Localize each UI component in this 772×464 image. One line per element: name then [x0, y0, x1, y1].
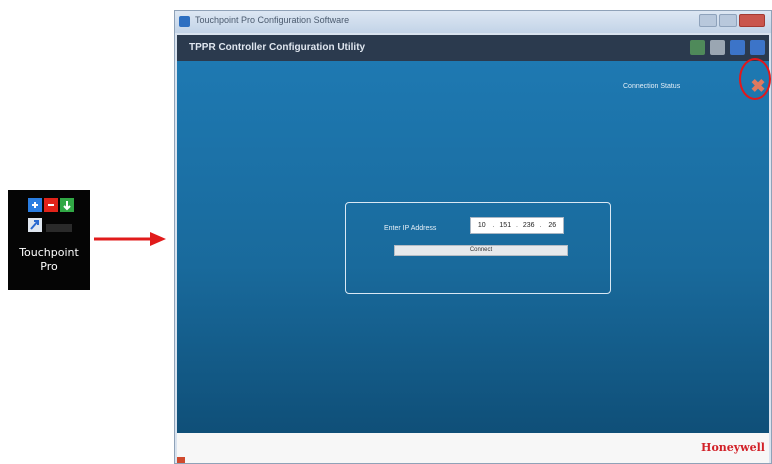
shortcut-label: Touchpoint Pro: [19, 246, 79, 273]
honeywell-logo: Honeywell: [701, 441, 765, 454]
ip-address-label: Enter IP Address: [384, 225, 437, 232]
connect-button[interactable]: Connect: [394, 245, 568, 256]
ip-octet-3[interactable]: 236: [518, 222, 540, 229]
ip-octet-4[interactable]: 26: [541, 222, 563, 229]
app-title: TPPR Controller Configuration Utility: [189, 42, 366, 53]
window-titlebar[interactable]: Touchpoint Pro Configuration Software: [175, 11, 771, 33]
main-content: Connection Status ✖ Enter IP Address 10 …: [177, 61, 769, 433]
minimize-button[interactable]: [699, 14, 717, 27]
arrow-pointer-icon: [94, 232, 166, 246]
connection-status-label: Connection Status: [623, 83, 681, 90]
app-footer: Honeywell: [177, 433, 769, 463]
connect-panel: Enter IP Address 10 . 151 . 236 . 26 Con…: [345, 202, 611, 294]
app-header: TPPR Controller Configuration Utility: [177, 35, 769, 61]
highlight-circle-annotation: [739, 58, 771, 100]
maximize-button[interactable]: [719, 14, 737, 27]
ip-address-input[interactable]: 10 . 151 . 236 . 26: [470, 217, 564, 234]
window-controls: [699, 14, 765, 27]
ip-octet-2[interactable]: 151: [494, 222, 516, 229]
close-button[interactable]: [739, 14, 765, 27]
window-title: Touchpoint Pro Configuration Software: [195, 15, 350, 25]
ip-octet-1[interactable]: 10: [471, 222, 493, 229]
info-icon[interactable]: [750, 40, 765, 55]
app-window: Touchpoint Pro Configuration Software TP…: [174, 10, 772, 464]
touchpoint-pro-icon: [28, 198, 74, 232]
help-icon[interactable]: [730, 40, 745, 55]
monitor-icon[interactable]: [690, 40, 705, 55]
document-icon[interactable]: [710, 40, 725, 55]
touchpoint-pro-shortcut[interactable]: Touchpoint Pro: [8, 190, 90, 290]
header-toolbar: [690, 40, 765, 55]
app-small-icon: [179, 16, 190, 27]
footer-indicator: [177, 457, 185, 463]
